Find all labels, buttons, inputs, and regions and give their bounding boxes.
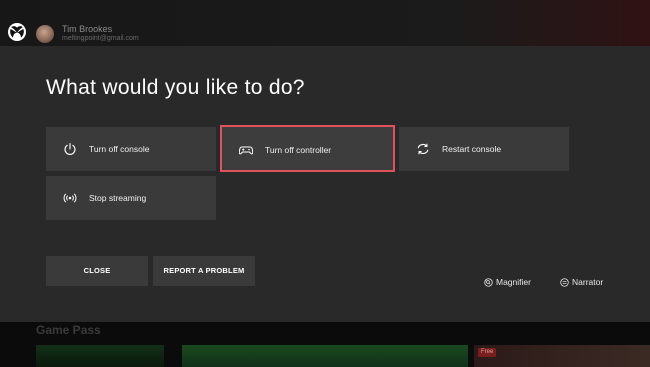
- report-problem-button[interactable]: REPORT A PROBLEM: [153, 256, 255, 286]
- stop-streaming-button[interactable]: Stop streaming: [46, 176, 216, 220]
- game-tile: [182, 345, 468, 367]
- streaming-icon: [63, 193, 77, 203]
- option-label: Turn off console: [89, 144, 150, 154]
- game-tile: [474, 345, 650, 367]
- close-button[interactable]: CLOSE: [46, 256, 148, 286]
- magnifier-label: Magnifier: [496, 277, 531, 287]
- xbox-logo-icon: [8, 23, 26, 41]
- narrator-icon: [560, 277, 569, 287]
- free-badge: Free: [478, 348, 497, 357]
- game-pass-section-title: Game Pass: [36, 323, 101, 337]
- dialog-title: What would you like to do?: [46, 76, 305, 99]
- restart-icon: [417, 143, 429, 155]
- controller-icon: [239, 146, 253, 155]
- option-label: Restart console: [442, 144, 502, 154]
- magnifier-shortcut[interactable]: Magnifier: [484, 276, 531, 288]
- narrator-shortcut[interactable]: Narrator: [560, 276, 603, 288]
- narrator-label: Narrator: [572, 277, 604, 287]
- option-label: Stop streaming: [89, 193, 147, 203]
- turn-off-controller-button[interactable]: Turn off controller: [220, 125, 395, 172]
- user-email: meltingpoint@gmail.com: [62, 35, 139, 42]
- user-name: Tim Brookes: [62, 24, 113, 34]
- game-tile: [36, 345, 164, 367]
- turn-off-console-button[interactable]: Turn off console: [46, 127, 216, 171]
- avatar: [36, 25, 54, 43]
- magnifier-icon: [484, 277, 493, 287]
- restart-console-button[interactable]: Restart console: [399, 127, 569, 171]
- option-label: Turn off controller: [265, 145, 332, 155]
- power-icon: [64, 142, 76, 155]
